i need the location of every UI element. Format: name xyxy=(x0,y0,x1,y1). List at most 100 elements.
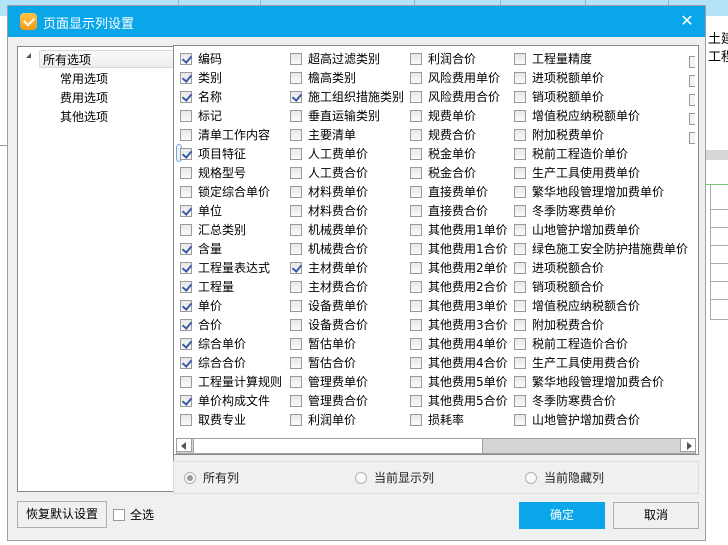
scroll-right-arrow-icon[interactable] xyxy=(680,438,696,452)
unchecked-checkbox[interactable] xyxy=(514,186,526,198)
unchecked-checkbox[interactable] xyxy=(514,129,526,141)
unchecked-checkbox[interactable] xyxy=(410,224,422,236)
unchecked-checkbox[interactable] xyxy=(410,72,422,84)
clipped-checkbox[interactable] xyxy=(689,113,695,125)
checked-checkbox[interactable] xyxy=(180,205,192,217)
unchecked-checkbox[interactable] xyxy=(410,357,422,369)
unchecked-checkbox[interactable] xyxy=(514,167,526,179)
unchecked-checkbox[interactable] xyxy=(514,148,526,160)
checkbox[interactable] xyxy=(113,509,125,521)
unchecked-checkbox[interactable] xyxy=(290,129,302,141)
unchecked-checkbox[interactable] xyxy=(514,243,526,255)
unchecked-checkbox[interactable] xyxy=(514,357,526,369)
scrollbar-thumb[interactable] xyxy=(193,438,483,454)
unchecked-checkbox[interactable] xyxy=(514,205,526,217)
clipped-checkbox[interactable] xyxy=(689,75,695,87)
unchecked-checkbox[interactable] xyxy=(290,72,302,84)
unchecked-checkbox[interactable] xyxy=(514,224,526,236)
unchecked-checkbox[interactable] xyxy=(514,110,526,122)
ok-button[interactable]: 确定 xyxy=(519,502,605,529)
unchecked-checkbox[interactable] xyxy=(180,414,192,426)
checked-checkbox[interactable] xyxy=(180,53,192,65)
unchecked-checkbox[interactable] xyxy=(410,414,422,426)
unchecked-checkbox[interactable] xyxy=(410,281,422,293)
unchecked-checkbox[interactable] xyxy=(290,414,302,426)
radio-button[interactable] xyxy=(184,472,196,484)
radio-button[interactable] xyxy=(525,472,537,484)
scroll-left-arrow-icon[interactable] xyxy=(176,438,192,452)
unchecked-checkbox[interactable] xyxy=(290,319,302,331)
column-option-checkbox[interactable]: 项目特征 xyxy=(176,144,246,162)
checked-checkbox[interactable] xyxy=(180,148,192,160)
unchecked-checkbox[interactable] xyxy=(180,224,192,236)
unchecked-checkbox[interactable] xyxy=(180,376,192,388)
unchecked-checkbox[interactable] xyxy=(410,186,422,198)
checked-checkbox[interactable] xyxy=(180,300,192,312)
tree-item-all-options[interactable]: 所有选项 xyxy=(39,50,179,68)
checked-checkbox[interactable] xyxy=(180,91,192,103)
checked-checkbox[interactable] xyxy=(180,262,192,274)
unchecked-checkbox[interactable] xyxy=(410,129,422,141)
unchecked-checkbox[interactable] xyxy=(410,53,422,65)
unchecked-checkbox[interactable] xyxy=(410,110,422,122)
unchecked-checkbox[interactable] xyxy=(514,53,526,65)
unchecked-checkbox[interactable] xyxy=(290,243,302,255)
collapse-arrow-icon[interactable] xyxy=(26,53,31,58)
checked-checkbox[interactable] xyxy=(180,357,192,369)
close-button[interactable]: ✕ xyxy=(678,12,696,30)
unchecked-checkbox[interactable] xyxy=(410,300,422,312)
checked-checkbox[interactable] xyxy=(180,338,192,350)
unchecked-checkbox[interactable] xyxy=(290,205,302,217)
clipped-checkbox[interactable] xyxy=(689,132,695,144)
unchecked-checkbox[interactable] xyxy=(410,167,422,179)
unchecked-checkbox[interactable] xyxy=(514,72,526,84)
unchecked-checkbox[interactable] xyxy=(514,91,526,103)
checked-checkbox[interactable] xyxy=(290,91,302,103)
clipped-checkbox[interactable] xyxy=(689,56,695,68)
unchecked-checkbox[interactable] xyxy=(514,319,526,331)
checked-checkbox[interactable] xyxy=(180,72,192,84)
unchecked-checkbox[interactable] xyxy=(410,395,422,407)
unchecked-checkbox[interactable] xyxy=(290,395,302,407)
unchecked-checkbox[interactable] xyxy=(410,262,422,274)
unchecked-checkbox[interactable] xyxy=(410,338,422,350)
unchecked-checkbox[interactable] xyxy=(290,338,302,350)
unchecked-checkbox[interactable] xyxy=(180,129,192,141)
unchecked-checkbox[interactable] xyxy=(290,53,302,65)
checked-checkbox[interactable] xyxy=(290,262,302,274)
unchecked-checkbox[interactable] xyxy=(180,110,192,122)
checked-checkbox[interactable] xyxy=(180,281,192,293)
radio-button[interactable] xyxy=(355,472,367,484)
horizontal-scrollbar[interactable] xyxy=(176,438,696,454)
unchecked-checkbox[interactable] xyxy=(410,243,422,255)
cancel-button[interactable]: 取消 xyxy=(613,502,699,529)
unchecked-checkbox[interactable] xyxy=(180,186,192,198)
unchecked-checkbox[interactable] xyxy=(514,281,526,293)
unchecked-checkbox[interactable] xyxy=(290,167,302,179)
checked-checkbox[interactable] xyxy=(180,243,192,255)
unchecked-checkbox[interactable] xyxy=(290,224,302,236)
unchecked-checkbox[interactable] xyxy=(290,300,302,312)
checked-checkbox[interactable] xyxy=(180,395,192,407)
unchecked-checkbox[interactable] xyxy=(290,148,302,160)
unchecked-checkbox[interactable] xyxy=(290,357,302,369)
tree-item-fee-options[interactable]: 费用选项 xyxy=(60,89,108,107)
clipped-checkbox[interactable] xyxy=(689,94,695,106)
unchecked-checkbox[interactable] xyxy=(514,414,526,426)
checked-checkbox[interactable] xyxy=(180,319,192,331)
unchecked-checkbox[interactable] xyxy=(410,91,422,103)
unchecked-checkbox[interactable] xyxy=(290,281,302,293)
unchecked-checkbox[interactable] xyxy=(290,376,302,388)
dialog-titlebar[interactable]: 页面显示列设置 ✕ xyxy=(8,6,705,37)
unchecked-checkbox[interactable] xyxy=(514,376,526,388)
unchecked-checkbox[interactable] xyxy=(410,376,422,388)
unchecked-checkbox[interactable] xyxy=(514,395,526,407)
unchecked-checkbox[interactable] xyxy=(290,186,302,198)
tree-item-common-options[interactable]: 常用选项 xyxy=(60,70,108,88)
tree-item-other-options[interactable]: 其他选项 xyxy=(60,108,108,126)
unchecked-checkbox[interactable] xyxy=(180,167,192,179)
unchecked-checkbox[interactable] xyxy=(290,110,302,122)
unchecked-checkbox[interactable] xyxy=(514,338,526,350)
restore-defaults-button[interactable]: 恢复默认设置 xyxy=(17,501,107,528)
unchecked-checkbox[interactable] xyxy=(410,205,422,217)
